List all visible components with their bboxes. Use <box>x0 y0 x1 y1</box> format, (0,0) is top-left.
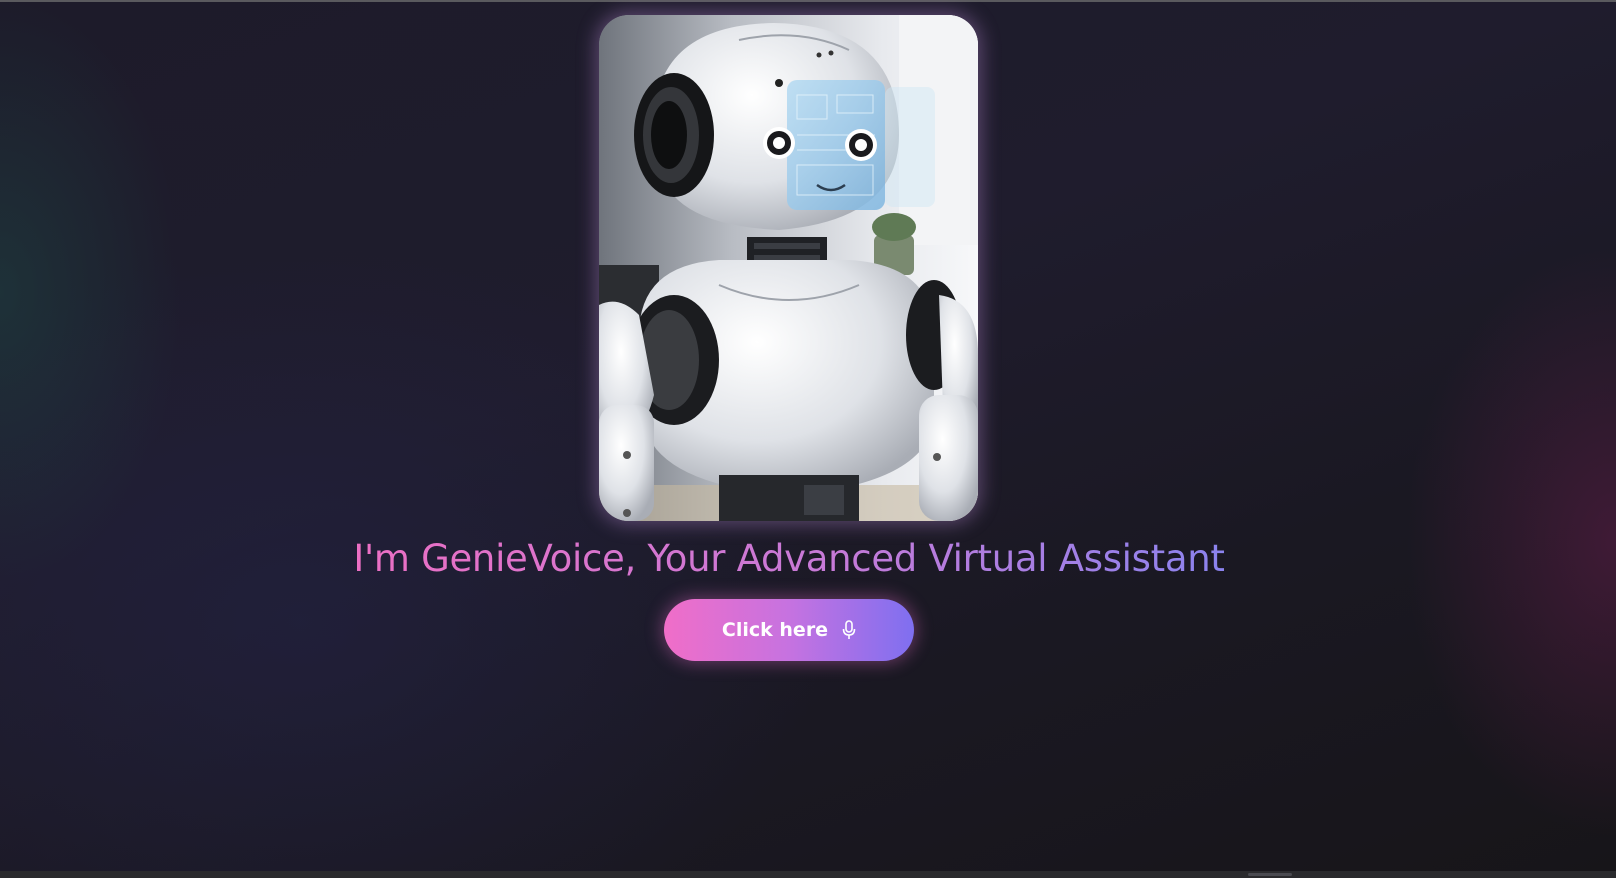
hero-image-card <box>599 15 978 521</box>
microphone-icon <box>842 620 856 640</box>
click-here-button[interactable]: Click here <box>664 599 914 661</box>
taskbar-indicator <box>1248 873 1292 876</box>
robot-image <box>599 15 978 521</box>
page-headline: I'm GenieVoice, Your Advanced Virtual As… <box>0 535 1578 583</box>
click-here-label: Click here <box>721 619 829 641</box>
headline-text: I'm GenieVoice, Your Advanced Virtual As… <box>353 537 1225 580</box>
window-bottom-border <box>0 871 1616 878</box>
